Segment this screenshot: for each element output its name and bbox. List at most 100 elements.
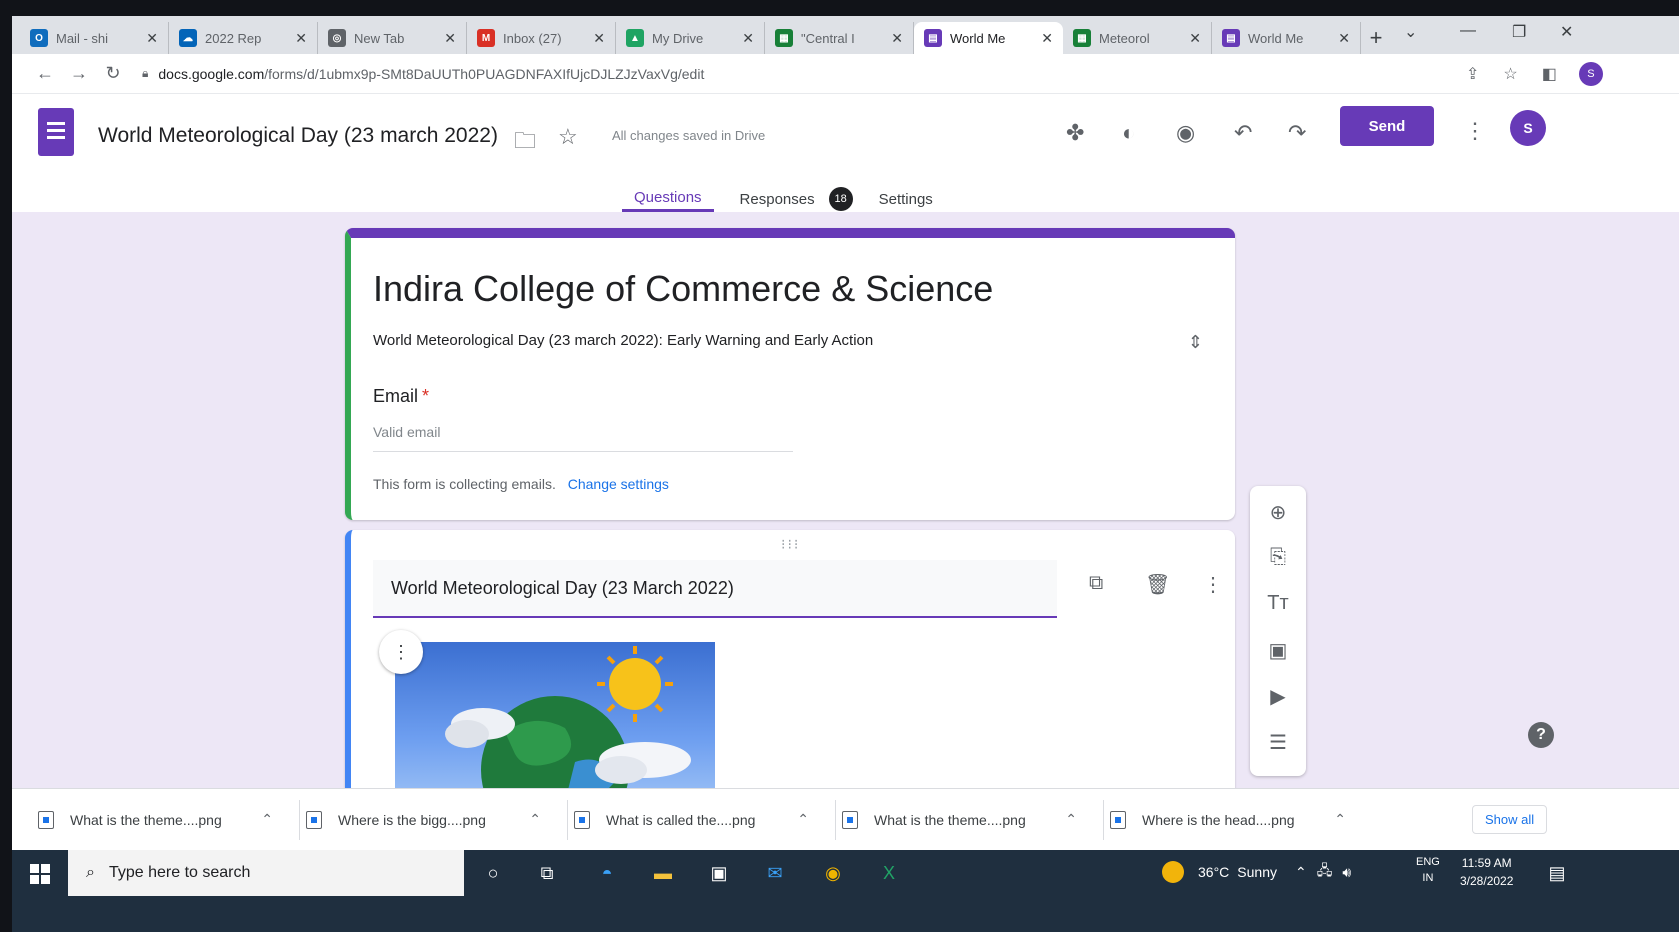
account-avatar[interactable]: S — [1510, 110, 1546, 146]
help-icon[interactable]: ? — [1528, 722, 1554, 748]
temperature[interactable]: 36°C — [1198, 864, 1229, 880]
document-title[interactable]: World Meteorological Day (23 march 2022) — [98, 124, 498, 148]
excel-icon[interactable]: X — [874, 858, 904, 888]
star-icon[interactable]: ☆ — [558, 124, 578, 150]
new-tab-button[interactable]: + — [1361, 22, 1391, 54]
weather-condition[interactable]: Sunny — [1237, 864, 1277, 880]
browser-tab-world-active[interactable]: ▤ World Me ✕ — [914, 22, 1063, 54]
download-item[interactable]: What is called the....png ⌃ — [568, 799, 836, 840]
browser-tab-inbox[interactable]: M Inbox (27) ✕ — [467, 22, 616, 54]
minimize-icon[interactable]: — — [1460, 22, 1476, 40]
expand-icon[interactable]: ⇕ — [1188, 332, 1203, 353]
chrome-icon[interactable]: ◉ — [818, 858, 848, 888]
chevron-up-icon[interactable]: ⌃ — [1065, 811, 1077, 828]
browser-tab-world[interactable]: ▤ World Me ✕ — [1212, 22, 1361, 54]
close-icon[interactable]: ✕ — [1041, 30, 1053, 47]
tab-search-icon[interactable]: ⌄ — [1404, 22, 1417, 42]
browser-profile-avatar[interactable]: S — [1578, 61, 1603, 86]
customize-theme-icon[interactable]: ◐ — [1122, 120, 1135, 146]
form-title-card[interactable]: Indira College of Commerce & Science Wor… — [345, 228, 1235, 520]
browser-tab-mail[interactable]: O Mail - shi ✕ — [20, 22, 169, 54]
tab-settings[interactable]: Settings — [879, 186, 933, 212]
delete-icon[interactable]: 🗑︎ — [1145, 572, 1170, 597]
more-vert-icon[interactable]: ⋮ — [1464, 118, 1486, 144]
download-item[interactable]: What is the theme....png ⌃ — [836, 799, 1104, 840]
drag-handle-icon[interactable]: ⁝⁝⁝ — [781, 536, 800, 553]
preview-eye-icon[interactable]: ◉ — [1176, 120, 1195, 146]
close-icon[interactable]: ✕ — [146, 30, 158, 47]
weather-illustration[interactable] — [395, 642, 715, 788]
url-input[interactable]: 🔒︎ docs.google.com /forms/d/1ubmx9p-SMt8… — [142, 59, 1442, 88]
form-description[interactable]: World Meteorological Day (23 march 2022)… — [373, 332, 873, 349]
network-icon[interactable]: 🖧︎ — [1317, 860, 1333, 884]
close-icon[interactable]: ✕ — [1189, 30, 1201, 47]
add-section-icon[interactable]: ☰ — [1250, 730, 1306, 755]
google-forms-logo[interactable] — [38, 108, 74, 156]
edge-icon[interactable]: ◓ — [592, 858, 622, 888]
addon-puzzle-icon[interactable]: ✤ — [1066, 120, 1084, 146]
volume-icon[interactable]: 🔊︎ — [1342, 864, 1351, 881]
duplicate-icon[interactable]: ⧉ — [1089, 572, 1103, 595]
close-icon[interactable]: ✕ — [891, 30, 903, 47]
back-icon[interactable]: ← — [28, 63, 62, 84]
close-icon[interactable]: ✕ — [295, 30, 307, 47]
notification-icon[interactable]: ▤ — [1542, 858, 1572, 888]
store-icon[interactable]: ▣ — [704, 858, 734, 888]
question-card[interactable]: ⁝⁝⁝ World Meteorological Day (23 March 2… — [345, 530, 1235, 788]
download-item[interactable]: Where is the bigg....png ⌃ — [300, 799, 568, 840]
cortana-icon[interactable]: ○ — [478, 858, 508, 888]
add-image-icon[interactable]: ▣ — [1250, 638, 1306, 663]
add-title-icon[interactable]: Tт — [1250, 592, 1306, 615]
image-options-icon[interactable]: ⋮ — [379, 630, 423, 674]
chevron-up-icon[interactable]: ⌃ — [1334, 811, 1346, 828]
chevron-up-icon[interactable]: ⌃ — [797, 811, 809, 828]
folder-icon[interactable]: 🗀︎ — [514, 124, 536, 162]
browser-tab-new[interactable]: ◎ New Tab ✕ — [318, 22, 467, 54]
chevron-up-icon[interactable]: ⌃ — [1295, 864, 1307, 881]
more-vert-icon[interactable]: ⋮ — [1203, 572, 1223, 597]
task-view-icon[interactable]: ⧉ — [532, 858, 562, 888]
side-panel-icon[interactable]: ◧ — [1542, 64, 1557, 84]
reload-icon[interactable]: ↻ — [96, 63, 130, 84]
close-icon[interactable]: ✕ — [1338, 30, 1350, 47]
browser-tab-central[interactable]: ▦ "Central I ✕ — [765, 22, 914, 54]
system-tray: 36°C Sunny ⌃ 🖧︎ 🔊︎ — [1162, 860, 1351, 884]
email-field[interactable]: Valid email — [373, 424, 793, 452]
close-icon[interactable]: ✕ — [444, 30, 456, 47]
close-icon[interactable]: ✕ — [742, 30, 754, 47]
form-title[interactable]: Indira College of Commerce & Science — [373, 268, 993, 310]
input-language[interactable]: ENG IN — [1416, 854, 1440, 886]
download-item[interactable]: Where is the head....png ⌃ — [1104, 800, 1372, 840]
download-filename: What is the theme....png — [874, 811, 1026, 828]
windows-start-icon[interactable] — [30, 864, 50, 884]
browser-tab-meteorol[interactable]: ▦ Meteorol ✕ — [1063, 22, 1212, 54]
tab-questions[interactable]: Questions — [622, 186, 714, 212]
question-title-input[interactable]: World Meteorological Day (23 March 2022) — [373, 560, 1057, 618]
send-button[interactable]: Send — [1340, 106, 1434, 146]
window-close-icon[interactable]: ✕ — [1560, 22, 1573, 42]
browser-tab-drive[interactable]: ▲ My Drive ✕ — [616, 22, 765, 54]
browser-tab-report[interactable]: ☁ 2022 Rep ✕ — [169, 22, 318, 54]
change-settings-link[interactable]: Change settings — [568, 476, 669, 492]
file-explorer-icon[interactable]: ▬ — [648, 858, 678, 888]
taskbar-search-input[interactable]: ⌕ Type here to search — [68, 850, 464, 896]
chevron-up-icon[interactable]: ⌃ — [261, 811, 273, 828]
share-icon[interactable]: ⇪ — [1466, 64, 1479, 84]
undo-icon[interactable]: ↶ — [1234, 120, 1252, 146]
image-file-icon — [38, 810, 54, 829]
weather-sun-icon[interactable] — [1162, 861, 1184, 883]
import-questions-icon[interactable]: ⎘ — [1250, 546, 1306, 569]
bookmark-star-icon[interactable]: ☆ — [1503, 64, 1517, 84]
tab-responses[interactable]: Responses 18 — [740, 186, 853, 212]
add-question-icon[interactable]: ⊕ — [1250, 500, 1306, 525]
add-video-icon[interactable]: ▶ — [1250, 684, 1306, 709]
restore-icon[interactable]: ❐ — [1512, 22, 1526, 42]
system-clock[interactable]: 11:59 AM 3/28/2022 — [1460, 854, 1513, 890]
chevron-up-icon[interactable]: ⌃ — [529, 811, 541, 828]
close-icon[interactable]: ✕ — [593, 30, 605, 47]
redo-icon[interactable]: ↷ — [1288, 120, 1306, 146]
download-item[interactable]: What is the theme....png ⌃ — [32, 799, 300, 840]
mail-icon[interactable]: ✉ — [760, 858, 790, 888]
show-all-downloads-button[interactable]: Show all — [1472, 805, 1548, 834]
forward-icon[interactable]: → — [62, 63, 96, 84]
